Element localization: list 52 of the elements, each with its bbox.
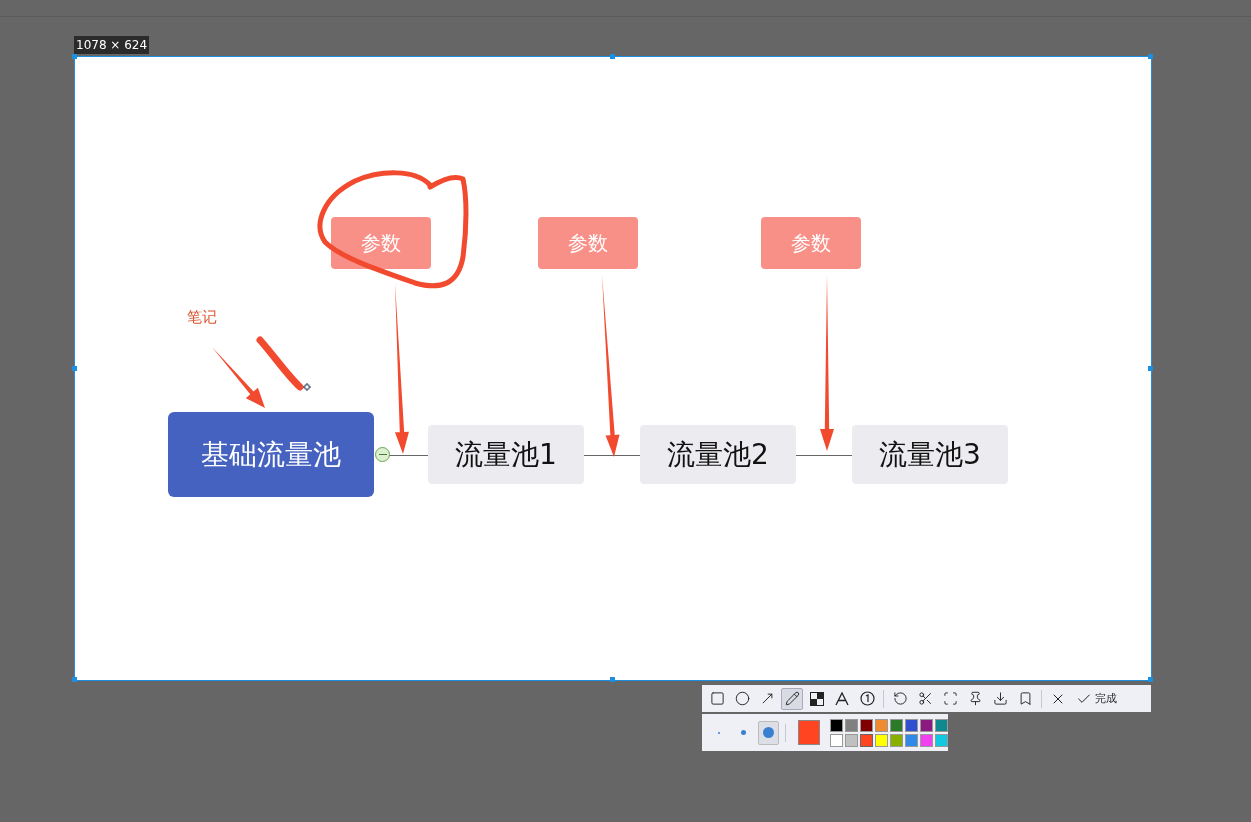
color-swatch[interactable] <box>890 718 903 732</box>
color-swatch[interactable] <box>860 718 873 732</box>
color-swatch[interactable] <box>875 733 888 747</box>
color-swatch[interactable] <box>830 733 843 747</box>
color-swatch[interactable] <box>845 718 858 732</box>
color-swatch[interactable] <box>875 718 888 732</box>
color-swatch[interactable] <box>830 718 843 732</box>
numbered-circle-icon <box>859 691 875 706</box>
resize-handle[interactable] <box>1148 677 1153 682</box>
crosshair-cursor-icon <box>302 382 312 392</box>
freehand-stroke <box>256 336 304 391</box>
resize-handle[interactable] <box>72 366 77 371</box>
color-swatch[interactable] <box>890 733 903 747</box>
color-swatch[interactable] <box>845 733 858 747</box>
color-swatch[interactable] <box>905 718 918 732</box>
resize-handle[interactable] <box>610 677 615 682</box>
pen-tool-button[interactable] <box>781 687 803 710</box>
pen-size-button[interactable] <box>758 720 780 745</box>
collapse-toggle[interactable] <box>375 447 390 462</box>
download-icon <box>992 691 1008 706</box>
note-text: 笔记 <box>187 308 217 327</box>
bookmark-icon <box>1017 691 1033 706</box>
topic-node: 流量池2 <box>640 425 796 484</box>
done-button[interactable]: 完成 <box>1072 687 1121 710</box>
mosaic-icon <box>810 691 824 706</box>
resize-handle[interactable] <box>1148 366 1153 371</box>
scan-icon <box>942 691 958 706</box>
root-topic: 基础流量池 <box>168 412 374 497</box>
color-swatch[interactable] <box>905 733 918 747</box>
resize-handle[interactable] <box>72 54 77 59</box>
current-color-swatch[interactable] <box>798 720 820 745</box>
resize-handle[interactable] <box>72 677 77 682</box>
color-swatch[interactable] <box>935 718 948 732</box>
parameter-label: 参数 <box>331 217 431 269</box>
resize-handle[interactable] <box>1148 54 1153 59</box>
parameter-label: 参数 <box>538 217 638 269</box>
selection-size-label: 1078 × 624 <box>74 36 150 54</box>
color-swatch[interactable] <box>935 733 948 747</box>
topic-node: 流量池3 <box>852 425 1008 484</box>
circle-icon <box>734 691 750 706</box>
color-swatch[interactable] <box>920 718 933 732</box>
color-swatch[interactable] <box>860 733 873 747</box>
pencil-icon <box>784 691 800 706</box>
scissors-icon <box>917 691 933 706</box>
topic-node: 流量池1 <box>428 425 584 484</box>
rectangle-icon <box>709 691 725 706</box>
resize-handle[interactable] <box>610 54 615 59</box>
undo-icon <box>892 691 908 706</box>
color-swatch[interactable] <box>920 733 933 747</box>
pin-icon <box>967 691 983 706</box>
text-tool-icon <box>835 691 849 706</box>
parameter-label: 参数 <box>761 217 861 269</box>
